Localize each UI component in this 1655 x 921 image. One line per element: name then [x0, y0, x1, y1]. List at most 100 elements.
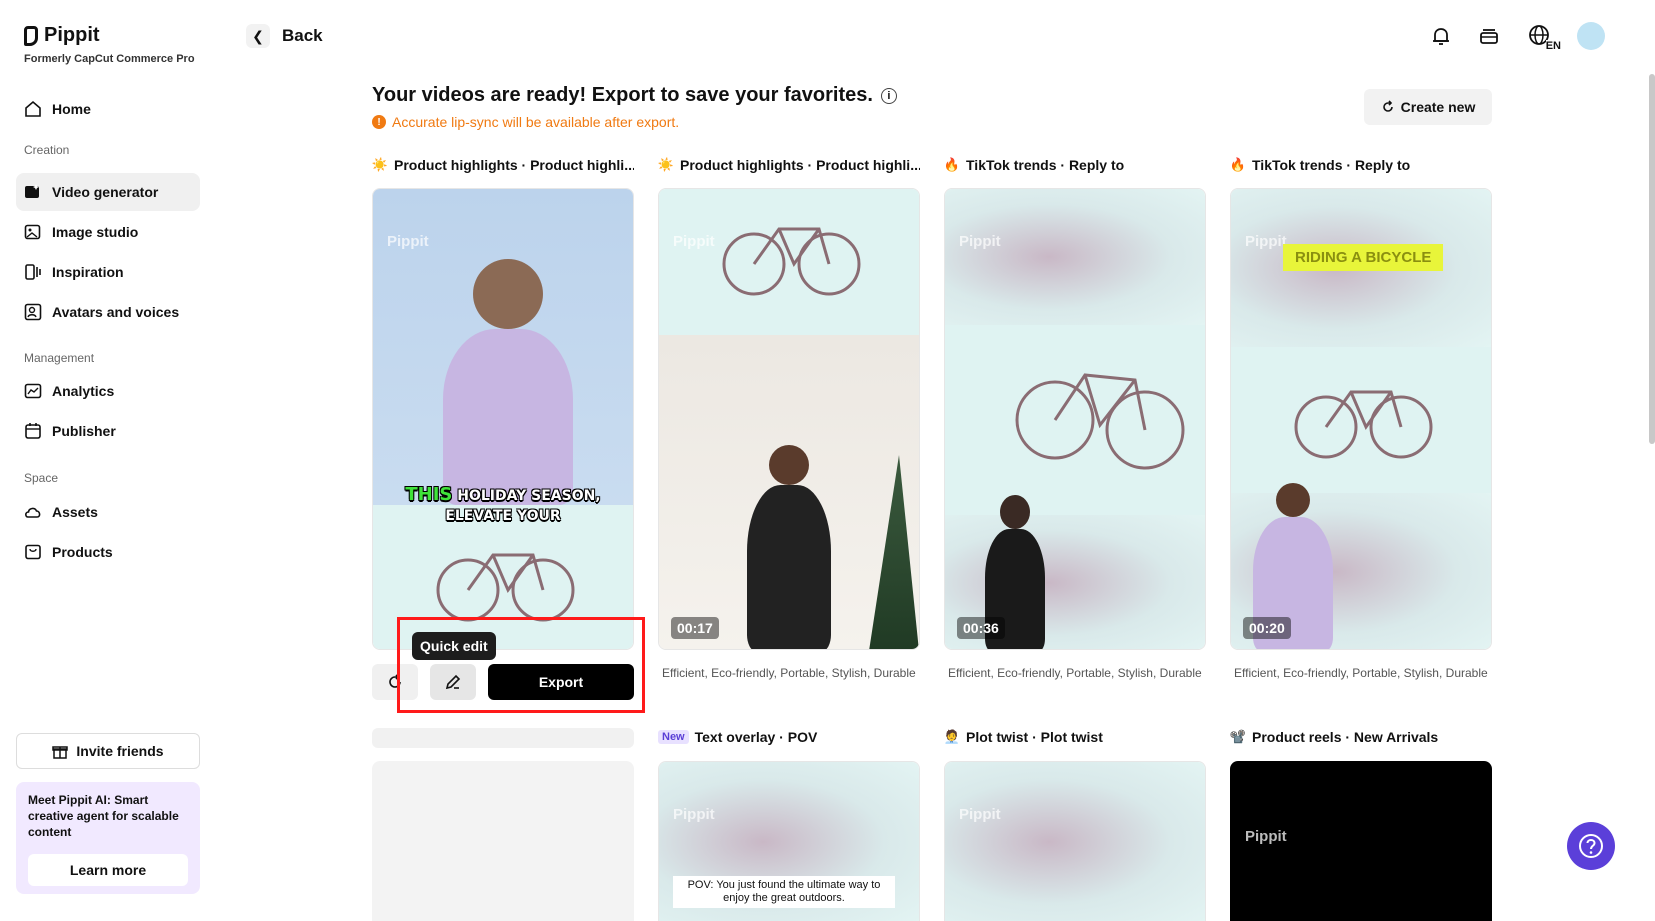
sidebar-item-label: Image studio — [52, 224, 139, 240]
brand-logo[interactable]: Pippit — [24, 24, 100, 47]
video-thumbnail[interactable]: Pippit RIDING A BICYCLE 00:20 — [1230, 188, 1492, 650]
back-link[interactable]: ❮ Back — [246, 24, 323, 48]
language-code: EN — [1545, 40, 1561, 52]
warning-icon: ! — [372, 115, 386, 129]
caption-line-2: ELEVATE YOUR — [445, 508, 561, 524]
bicycle-scene — [659, 189, 919, 335]
presenter-body — [747, 485, 831, 649]
video-duration: 00:20 — [1243, 617, 1291, 639]
video-duration: 00:17 — [671, 617, 719, 639]
video-thumbnail[interactable]: Pippit — [944, 761, 1206, 921]
info-icon[interactable]: i — [880, 87, 897, 104]
section-creation: Creation — [24, 143, 70, 157]
video-tags: Efficient, Eco-friendly, Portable, Styli… — [662, 666, 916, 680]
highlight-box — [397, 617, 645, 713]
promo-text: Meet Pippit AI: Smart creative agent for… — [28, 793, 179, 839]
sidebar-item-avatars-voices[interactable]: Avatars and voices — [16, 293, 200, 331]
text-overlay: RIDING A BICYCLE — [1283, 244, 1444, 271]
video-duration: 00:36 — [957, 617, 1005, 639]
video-thumbnail[interactable]: Pippit 00:36 — [944, 188, 1206, 650]
stack-icon[interactable] — [1475, 22, 1503, 50]
notification-bell-icon[interactable] — [1427, 22, 1455, 50]
sidebar-item-label: Publisher — [52, 423, 116, 439]
lip-sync-notice: ! Accurate lip-sync will be available af… — [372, 114, 679, 130]
brand-subtitle: Formerly CapCut Commerce Pro — [24, 53, 195, 65]
video-card-title: 🔥 TikTok trends · Reply to — [944, 157, 1125, 173]
cloud-icon — [25, 507, 41, 518]
sidebar-item-label: Home — [52, 101, 91, 117]
scrollbar[interactable] — [1649, 74, 1655, 444]
video-thumbnail[interactable]: Pippit THIS HOLIDAY SEASON, ELEVATE YOUR — [372, 188, 634, 650]
pippit-ai-promo: Meet Pippit AI: Smart creative agent for… — [16, 782, 200, 894]
sidebar-item-publisher[interactable]: Publisher — [16, 412, 200, 450]
presenter-head — [1276, 483, 1310, 517]
create-new-label: Create new — [1400, 99, 1476, 115]
presenter-body — [443, 329, 573, 505]
person-icon: 🧑‍💼 — [944, 729, 961, 744]
presenter-head — [473, 259, 543, 329]
video-card-title: 🔥 TikTok trends · Reply to — [1230, 157, 1411, 173]
bicycle-image — [1015, 373, 1185, 470]
sidebar-item-label: Inspiration — [52, 264, 124, 280]
video-tags: Efficient, Eco-friendly, Portable, Styli… — [948, 666, 1202, 680]
watermark: Pippit — [1245, 233, 1287, 250]
sidebar-item-analytics[interactable]: Analytics — [16, 372, 200, 410]
presenter-head — [769, 445, 809, 485]
video-card-title: 🧑‍💼 Plot twist · Plot twist — [944, 729, 1103, 745]
inspiration-icon — [25, 264, 41, 280]
presenter-head — [1000, 495, 1030, 529]
avatar-icon — [24, 303, 42, 321]
page-title-text: Your videos are ready! Export to save yo… — [372, 84, 873, 106]
fire-icon: 🔥 — [1230, 157, 1247, 172]
help-button[interactable] — [1567, 822, 1615, 870]
sidebar-item-image-studio[interactable]: Image studio — [16, 213, 200, 251]
image-studio-icon — [24, 224, 41, 240]
language-globe-icon[interactable]: EN — [1523, 22, 1561, 52]
sidebar-item-inspiration[interactable]: Inspiration — [16, 253, 200, 291]
watermark: Pippit — [387, 233, 429, 250]
video-tags: Efficient, Eco-friendly, Portable, Styli… — [1234, 666, 1488, 680]
product-box-icon — [25, 544, 41, 560]
help-icon — [1579, 834, 1603, 858]
watermark: Pippit — [673, 806, 715, 823]
pov-caption: POV: You just found the ultimate way to … — [673, 876, 895, 908]
bicycle-image — [722, 227, 861, 296]
watermark: Pippit — [959, 233, 1001, 250]
back-label: Back — [282, 26, 323, 45]
sidebar-item-label: Products — [52, 544, 113, 560]
video-card-title: ☀️ Product highlights · Product highli..… — [658, 157, 920, 173]
calendar-icon — [25, 423, 41, 439]
analytics-icon — [24, 383, 42, 399]
brand-name: Pippit — [44, 24, 100, 46]
chevron-left-icon: ❮ — [246, 24, 270, 48]
video-thumbnail[interactable]: Pippit — [1230, 761, 1492, 921]
sidebar-item-home[interactable]: Home — [16, 90, 200, 128]
bicycle-image — [1294, 390, 1433, 459]
create-new-button[interactable]: Create new — [1364, 89, 1492, 125]
sidebar-item-label: Analytics — [52, 383, 115, 399]
refresh-icon — [1382, 100, 1393, 112]
loading-thumbnail-placeholder — [372, 761, 634, 921]
top-toolbar: EN — [1427, 22, 1605, 52]
video-card-title: New Text overlay · POV — [658, 729, 920, 745]
sidebar-item-video-generator[interactable]: Video generator — [16, 173, 200, 211]
caption-line-1: THIS HOLIDAY SEASON, — [405, 484, 601, 505]
invite-friends-button[interactable]: Invite friends — [16, 733, 200, 769]
home-icon — [25, 100, 41, 117]
video-generator-icon — [25, 184, 39, 198]
video-thumbnail[interactable]: Pippit POV: You just found the ultimate … — [658, 761, 920, 921]
sun-icon: ☀️ — [658, 157, 675, 172]
sidebar-item-products[interactable]: Products — [16, 533, 200, 571]
video-thumbnail[interactable]: Pippit 00:17 — [658, 188, 920, 650]
watermark: Pippit — [1245, 828, 1287, 845]
sidebar-item-label: Video generator — [52, 184, 159, 200]
section-space: Space — [24, 471, 59, 485]
bicycle-scene — [1231, 347, 1491, 493]
page-title: Your videos are ready! Export to save yo… — [372, 84, 897, 107]
user-avatar[interactable] — [1577, 22, 1605, 50]
christmas-tree — [869, 455, 919, 649]
sidebar-item-assets[interactable]: Assets — [16, 493, 200, 531]
learn-more-button[interactable]: Learn more — [28, 854, 188, 886]
loading-title-placeholder — [372, 728, 634, 748]
notice-text: Accurate lip-sync will be available afte… — [392, 114, 680, 130]
